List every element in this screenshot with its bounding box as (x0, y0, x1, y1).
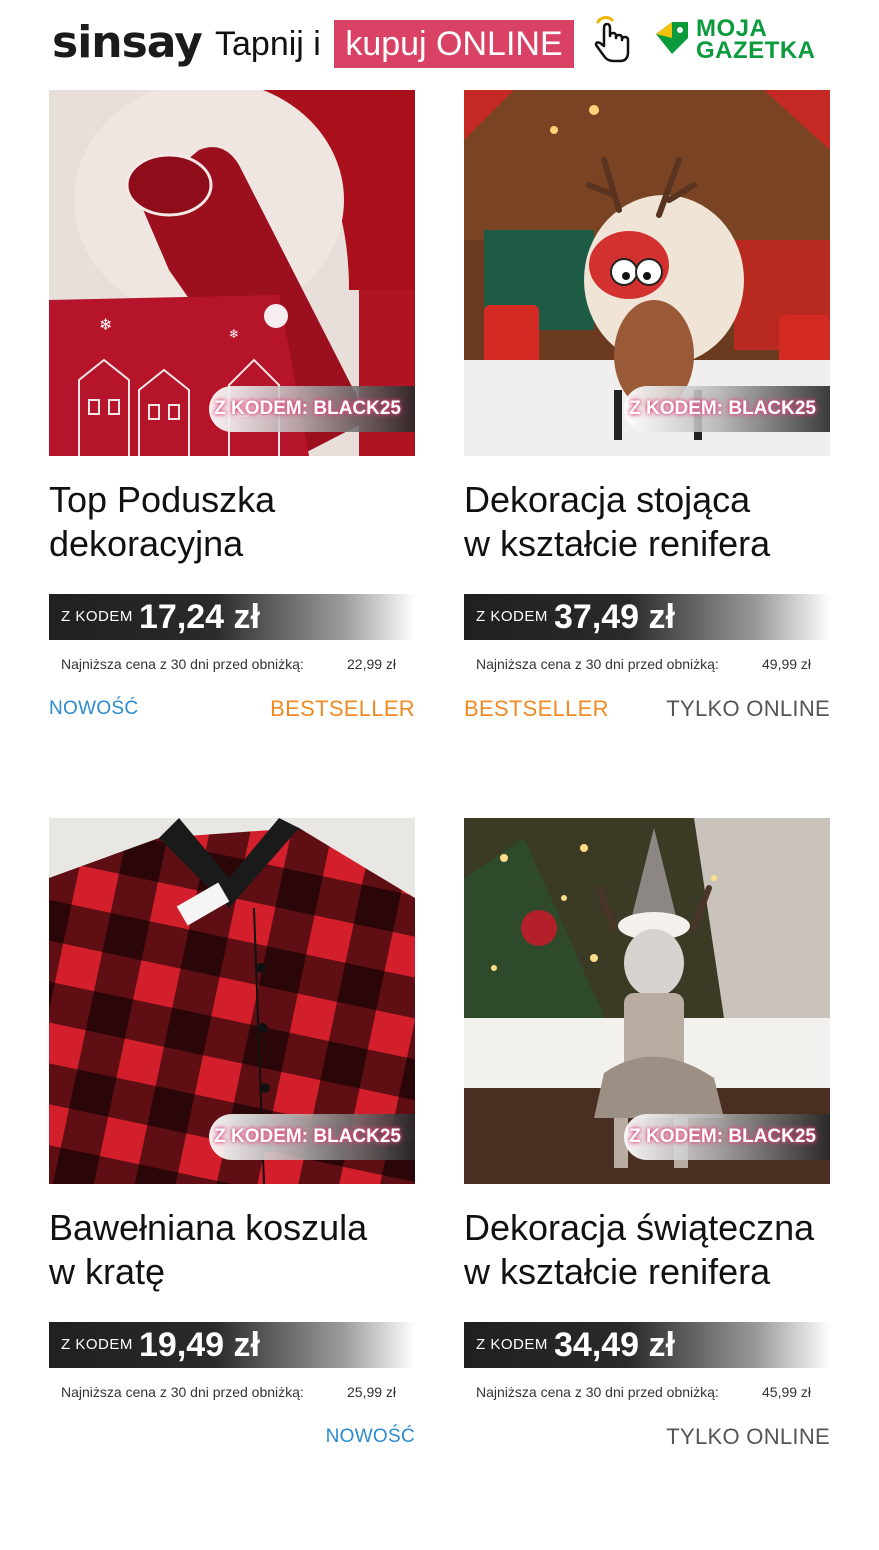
price-bar: Z KODEM 17,24 zł (49, 594, 415, 640)
discount-code-badge: Z KODEM: BLACK25 (624, 1114, 830, 1160)
lowest-price-note: Najniższa cena z 30 dni przed obniżką: 2… (61, 1384, 397, 1400)
tag-online-only: TYLKO ONLINE (666, 696, 830, 721)
tap-text: Tapnij i (215, 25, 321, 63)
discount-code-badge: Z KODEM: BLACK25 (624, 386, 830, 432)
lowest-price-note: Najniższa cena z 30 dni przed obniżką: 4… (476, 656, 812, 672)
product-card[interactable]: Z KODEM: BLACK25 Bawełniana koszula w kr… (49, 818, 415, 1452)
price-value: 34,49 zł (554, 1326, 675, 1364)
lowest-price-value: 49,99 zł (762, 656, 812, 672)
product-image-shirt[interactable]: Z KODEM: BLACK25 (49, 818, 415, 1184)
product-title[interactable]: Dekoracja stojąca w kształcie renifera (464, 478, 830, 566)
tag-online-only: TYLKO ONLINE (666, 1424, 830, 1449)
product-tags: TYLKO ONLINE (464, 1422, 830, 1452)
hand-pointer-icon[interactable] (590, 16, 634, 64)
product-tags: NOWOŚĆ (49, 1422, 415, 1452)
tag-new: NOWOŚĆ (325, 1426, 415, 1447)
gazetka-line2: GAZETKA (696, 37, 816, 64)
product-card[interactable]: Z KODEM: BLACK25 Dekoracja stojąca w ksz… (464, 90, 830, 724)
product-title[interactable]: Bawełniana koszula w kratę (49, 1206, 415, 1294)
header: sinsay Tapnij i kupuj ONLINE MOJA GAZETK… (0, 0, 879, 90)
price-value: 37,49 zł (554, 598, 675, 636)
product-card[interactable]: ❄ ❄ Z KODEM: BLACK25 Top Poduszka dekora… (49, 90, 415, 724)
product-image-reindeer-doll[interactable]: Z KODEM: BLACK25 (464, 818, 830, 1184)
product-card[interactable]: Z KODEM: BLACK25 Dekoracja świąteczna w … (464, 818, 830, 1452)
shop-online-button[interactable]: kupuj ONLINE (334, 20, 574, 68)
price-value: 17,24 zł (139, 598, 260, 636)
price-bar: Z KODEM 19,49 zł (49, 1322, 415, 1368)
discount-code-badge: Z KODEM: BLACK25 (209, 1114, 415, 1160)
price-label: Z KODEM (61, 608, 133, 625)
product-tags: BESTSELLER TYLKO ONLINE (464, 694, 830, 724)
tag-bestseller: BESTSELLER (270, 696, 415, 721)
svg-text:❄: ❄ (229, 327, 239, 341)
tag-bestseller: BESTSELLER (464, 696, 609, 721)
moja-gazetka-link[interactable]: MOJA GAZETKA (654, 17, 834, 68)
price-value: 19,49 zł (139, 1326, 260, 1364)
price-label: Z KODEM (61, 1336, 133, 1353)
product-image-reindeer-standing[interactable]: Z KODEM: BLACK25 (464, 90, 830, 456)
lowest-price-value: 25,99 zł (347, 1384, 397, 1400)
product-image-pillow[interactable]: ❄ ❄ Z KODEM: BLACK25 (49, 90, 415, 456)
moja-gazetka-logo-icon (654, 20, 690, 56)
svg-text:❄: ❄ (99, 315, 112, 334)
product-tags: NOWOŚĆ BESTSELLER (49, 694, 415, 724)
lowest-price-value: 22,99 zł (347, 656, 397, 672)
price-bar: Z KODEM 37,49 zł (464, 594, 830, 640)
discount-code-badge: Z KODEM: BLACK25 (209, 386, 415, 432)
price-bar: Z KODEM 34,49 zł (464, 1322, 830, 1368)
sinsay-logo[interactable]: sinsay (52, 17, 203, 69)
price-label: Z KODEM (476, 1336, 548, 1353)
product-title[interactable]: Dekoracja świąteczna w kształcie renifer… (464, 1206, 830, 1294)
lowest-price-note: Najniższa cena z 30 dni przed obniżką: 2… (61, 656, 397, 672)
lowest-price-value: 45,99 zł (762, 1384, 812, 1400)
lowest-price-note: Najniższa cena z 30 dni przed obniżką: 4… (476, 1384, 812, 1400)
tag-new: NOWOŚĆ (49, 698, 139, 719)
price-label: Z KODEM (476, 608, 548, 625)
product-title[interactable]: Top Poduszka dekoracyjna (49, 478, 415, 566)
